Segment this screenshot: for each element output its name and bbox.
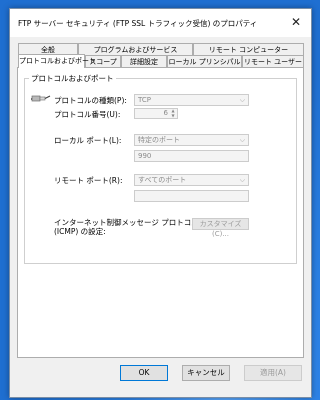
protocol-type-label: プロトコルの種類(P): [54, 96, 127, 105]
properties-dialog: FTP サーバー セキュリティ (FTP SSL トラフィック受信) のプロパテ… [9, 8, 312, 398]
protocol-type-select[interactable]: TCP ⌵ [134, 94, 249, 106]
tab-protocols-ports[interactable]: プロトコルおよびポート [18, 54, 96, 68]
spinner-arrows-icon[interactable]: ▲ ▼ [170, 108, 176, 118]
protocol-number-label: プロトコル番号(U): [54, 110, 121, 119]
protocol-type-value: TCP [138, 96, 151, 104]
remote-port-number-field[interactable] [134, 190, 249, 202]
remote-port-select[interactable]: すべてのポート ⌵ [134, 174, 249, 186]
chevron-down-icon: ⌵ [239, 96, 245, 104]
network-plug-icon [28, 92, 51, 106]
apply-button[interactable]: 適用(A) [244, 365, 302, 381]
customize-button[interactable]: カスタマイズ(C)... [192, 218, 249, 238]
local-port-label: ローカル ポート(L): [54, 136, 122, 145]
remote-port-value: すべてのポート [138, 176, 187, 184]
tab-panel-protocols-ports: プロトコルおよびポート プロトコルの種類(P): TCP ⌵ プロトコル番号(U… [17, 67, 304, 358]
tab-local-principals[interactable]: ローカル プリンシパル [167, 55, 242, 67]
tab-remote-computers[interactable]: リモート コンピューター [193, 43, 304, 55]
window-title: FTP サーバー セキュリティ (FTP SSL トラフィック受信) のプロパテ… [18, 19, 258, 28]
title-bar: FTP サーバー セキュリティ (FTP SSL トラフィック受信) のプロパテ… [10, 9, 311, 37]
ok-button[interactable]: OK [120, 365, 168, 381]
local-port-select[interactable]: 特定のポート ⌵ [134, 134, 249, 146]
remote-port-label: リモート ポート(R): [54, 176, 123, 185]
icmp-settings-label-line2: (ICMP) の設定: [54, 227, 106, 236]
local-port-number-value: 990 [138, 152, 152, 160]
close-button[interactable]: ✕ [287, 13, 305, 31]
protocols-ports-group: プロトコルおよびポート プロトコルの種類(P): TCP ⌵ プロトコル番号(U… [24, 73, 297, 264]
local-port-number-field[interactable]: 990 [134, 150, 249, 162]
group-legend: プロトコルおよびポート [29, 73, 116, 84]
tab-remote-users[interactable]: リモート ユーザー [242, 55, 304, 67]
cancel-button[interactable]: キャンセル [182, 365, 230, 381]
local-port-value: 特定のポート [138, 136, 180, 144]
protocol-number-spinner[interactable]: 6 ▲ ▼ [134, 108, 178, 119]
chevron-down-icon: ⌵ [239, 176, 245, 184]
protocol-number-value: 6 [163, 109, 168, 117]
tab-advanced[interactable]: 詳細設定 [121, 55, 167, 67]
tab-programs-services[interactable]: プログラムおよびサービス [78, 43, 193, 55]
chevron-down-icon: ⌵ [239, 136, 245, 144]
